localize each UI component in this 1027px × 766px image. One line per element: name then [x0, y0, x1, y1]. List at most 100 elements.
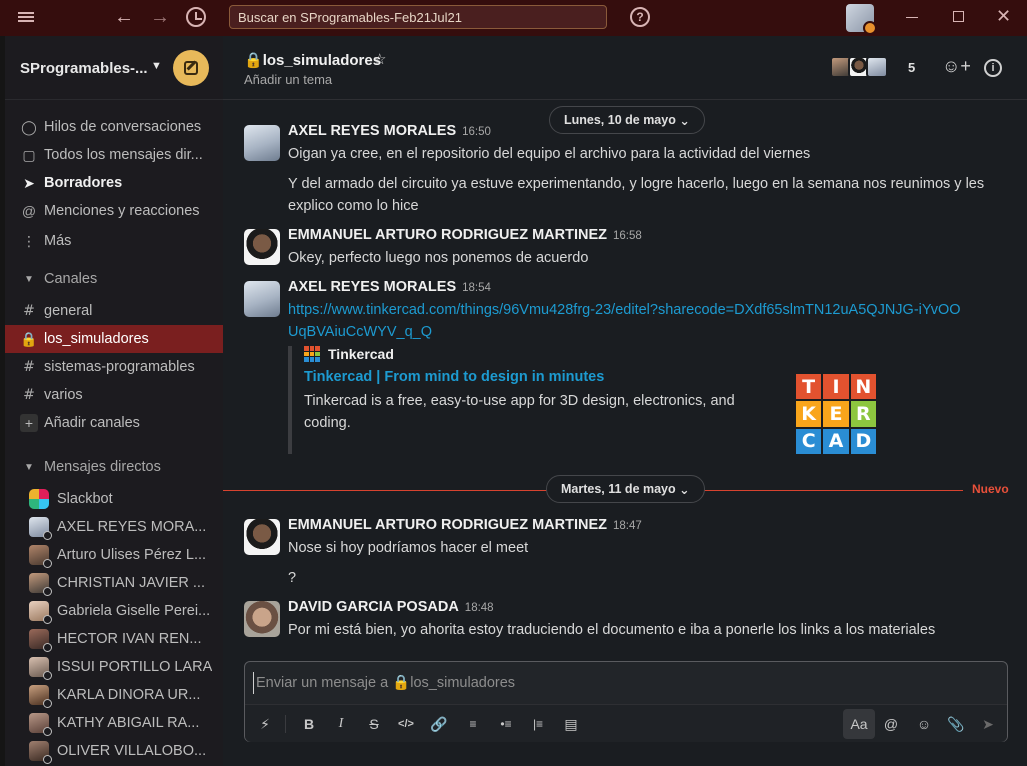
dm-item[interactable]: ISSUI PORTILLO LARA [5, 653, 223, 681]
dm-item[interactable]: HECTOR IVAN REN... [5, 625, 223, 653]
emoji-icon[interactable]: ☺ [912, 712, 936, 736]
dm-item[interactable]: CHRISTIAN JAVIER ... [5, 569, 223, 597]
logo-letter: K [796, 401, 822, 427]
tinkercad-logo[interactable]: T I N K E R C A D [796, 374, 876, 454]
user-avatar[interactable] [846, 4, 877, 35]
section-channels[interactable]: ▼ Canales [5, 265, 223, 293]
logo-letter: D [850, 428, 876, 454]
avatar[interactable] [244, 519, 280, 555]
italic-icon[interactable]: I [329, 712, 353, 736]
search-input[interactable]: Buscar en SProgramables-Feb21Jul21 [229, 5, 607, 29]
member-avatars[interactable] [830, 56, 888, 78]
sidebar-item-sistemas-programables[interactable]: # sistemas-programables [5, 353, 223, 381]
tinkercad-favicon-icon [304, 346, 320, 362]
message-author[interactable]: AXEL REYES MORALES 16:50 [288, 123, 491, 139]
logo-letter: C [796, 428, 822, 454]
add-channels-button[interactable]: + Añadir canales [5, 409, 223, 437]
sidebar-item-general[interactable]: # general [5, 297, 223, 325]
avatar[interactable] [244, 601, 280, 637]
menu-icon[interactable] [18, 10, 34, 26]
dm-item[interactable]: Slackbot [5, 485, 223, 513]
section-direct-messages[interactable]: ▼ Mensajes directos [5, 453, 223, 481]
caret-down-icon: ▼ [24, 461, 34, 473]
dm-item[interactable]: KARLA DINORA UR... [5, 681, 223, 709]
message-author[interactable]: EMMANUEL ARTURO RODRIGUEZ MARTINEZ 18:47 [288, 517, 642, 533]
formatting-toggle[interactable]: Aa [843, 709, 875, 739]
star-icon[interactable]: ☆ [373, 50, 386, 68]
back-arrow-icon[interactable]: ← [114, 6, 134, 29]
help-icon[interactable]: ? [630, 7, 650, 27]
sidebar-item-varios[interactable]: # varios [5, 381, 223, 409]
send-icon[interactable]: ➤ [976, 712, 1000, 736]
sidebar-item-more[interactable]: ⋮ Más [5, 227, 223, 255]
dm-item[interactable]: Arturo Ulises Pérez L... [5, 541, 223, 569]
avatar[interactable] [244, 229, 280, 265]
link-preview-description: Tinkercad is a free, easy-to-use app for… [304, 393, 735, 431]
message-author[interactable]: DAVID GARCIA POSADA 18:48 [288, 599, 494, 615]
avatar [29, 601, 52, 624]
sidebar-item-drafts[interactable]: ➤ Borradores [5, 169, 223, 197]
message-link[interactable]: https://www.tinkercad.com/things/96Vmu42… [288, 299, 968, 343]
composer-toolbar: ⚡ B I S </> 🔗 ≡ •≡ |≡ ▤ Aa @ ☺ 📎 ➤ [245, 704, 1007, 742]
dm-item[interactable]: KATHY ABIGAIL RA... [5, 709, 223, 737]
mention-icon[interactable]: @ [879, 712, 903, 736]
logo-letter: A [823, 428, 849, 454]
logo-letter: R [850, 401, 876, 427]
minimize-icon[interactable] [906, 17, 918, 18]
forward-arrow-icon[interactable]: → [150, 6, 170, 29]
ordered-list-icon[interactable]: ≡ [461, 712, 485, 736]
avatar [29, 517, 52, 540]
shortcuts-icon[interactable]: ⚡ [253, 712, 277, 736]
member-count[interactable]: 5 [908, 60, 915, 75]
compose-button[interactable] [173, 50, 209, 86]
bold-icon[interactable]: B [297, 712, 321, 736]
channel-title[interactable]: 🔒los_simuladores [244, 51, 381, 69]
hash-icon: # [23, 303, 35, 319]
code-icon[interactable]: </> [394, 712, 418, 736]
channel-topic[interactable]: Añadir un tema [244, 72, 332, 87]
avatar[interactable] [244, 125, 280, 161]
chevron-down-icon[interactable]: ▼ [151, 60, 162, 72]
avatar [29, 685, 52, 708]
dm-item[interactable]: Gabriela Giselle Perei... [5, 597, 223, 625]
mention-icon: @ [21, 203, 37, 219]
history-icon[interactable] [186, 7, 206, 27]
sidebar-item-all-dms[interactable]: ▢ Todos los mensajes dir... [5, 141, 223, 169]
link-preview-site: Tinkercad [304, 346, 394, 362]
maximize-icon[interactable] [953, 11, 964, 22]
quote-icon[interactable]: |≡ [526, 712, 550, 736]
sidebar-item-mentions[interactable]: @ Menciones y reacciones [5, 197, 223, 225]
hash-icon: # [23, 387, 35, 403]
link-preview-title[interactable]: Tinkercad | From mind to design in minut… [304, 369, 604, 385]
date-divider-pill[interactable]: Martes, 11 de mayo ⌄ [546, 475, 705, 503]
dm-icon: ▢ [22, 146, 36, 163]
message-input[interactable] [253, 672, 993, 694]
code-block-icon[interactable]: ▤ [559, 712, 583, 736]
message-author[interactable]: EMMANUEL ARTURO RODRIGUEZ MARTINEZ 16:58 [288, 227, 642, 243]
info-icon[interactable]: i [984, 59, 1002, 77]
close-icon[interactable]: ✕ [996, 6, 1011, 27]
strikethrough-icon[interactable]: S [362, 712, 386, 736]
message-author[interactable]: AXEL REYES MORALES 18:54 [288, 279, 491, 295]
add-person-icon[interactable]: ☺+ [942, 56, 971, 77]
slackbot-avatar [29, 489, 49, 509]
workspace-name[interactable]: SProgramables-... [20, 60, 148, 77]
message-text: Oigan ya cree, en el repositorio del equ… [288, 146, 811, 162]
link-icon[interactable]: 🔗 [427, 712, 451, 736]
bulleted-list-icon[interactable]: •≡ [494, 712, 518, 736]
dm-item[interactable]: AXEL REYES MORA... [5, 513, 223, 541]
hash-icon: # [23, 359, 35, 375]
message-composer: ⚡ B I S </> 🔗 ≡ •≡ |≡ ▤ Aa @ ☺ 📎 ➤ [244, 661, 1008, 742]
attachment-icon[interactable]: 📎 [944, 712, 968, 736]
message-text: Nose si hoy podríamos hacer el meet [288, 540, 529, 556]
sidebar-item-los-simuladores[interactable]: 🔒 los_simuladores [5, 325, 223, 353]
dm-item[interactable]: OLIVER VILLALOBO... [5, 737, 223, 765]
sidebar-item-threads[interactable]: ◯ Hilos de conversaciones [5, 113, 223, 141]
date-divider-pill[interactable]: Lunes, 10 de mayo ⌄ [549, 106, 705, 134]
sidebar: SProgramables-... ▼ ◯ Hilos de conversac… [5, 36, 223, 766]
logo-letter: N [850, 374, 876, 400]
avatar [29, 713, 52, 736]
compose-icon [184, 61, 198, 75]
avatar[interactable] [244, 281, 280, 317]
workspace-header[interactable]: SProgramables-... ▼ [5, 36, 223, 100]
